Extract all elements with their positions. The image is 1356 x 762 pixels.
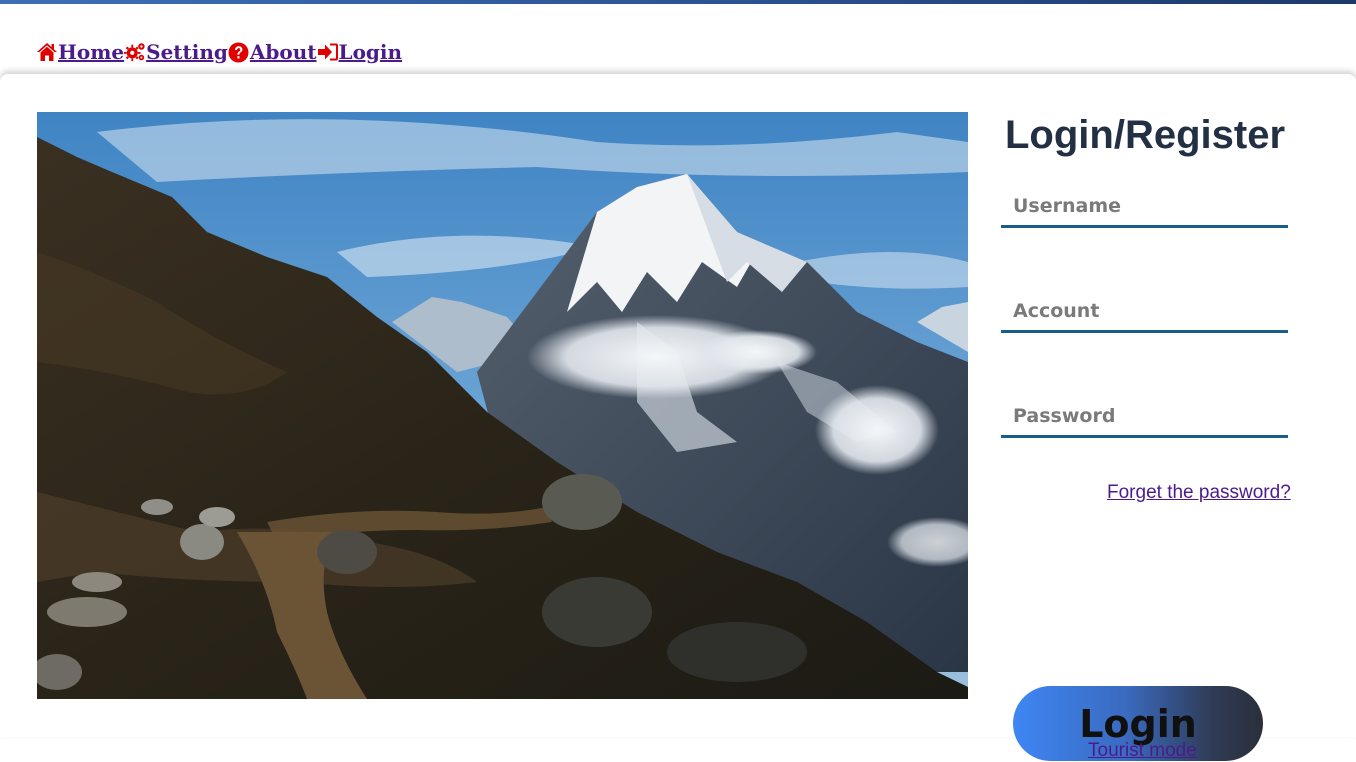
nav-label-about: About — [249, 40, 317, 64]
sign-in-icon — [317, 41, 339, 63]
username-input[interactable] — [1001, 186, 1288, 228]
home-icon — [36, 41, 58, 63]
nav-item-setting[interactable]: Setting — [124, 38, 228, 66]
nav-item-about[interactable]: About — [228, 38, 317, 66]
account-input[interactable] — [1001, 291, 1288, 333]
nav-label-setting: Setting — [146, 40, 228, 64]
top-accent-bar — [0, 0, 1356, 4]
nav-item-home[interactable]: Home — [36, 38, 124, 66]
question-circle-icon — [228, 41, 250, 63]
form-title: Login/Register — [1005, 113, 1286, 157]
tourist-mode-link[interactable]: Tourist mode — [1088, 740, 1197, 762]
gears-icon — [124, 41, 146, 63]
password-input[interactable] — [1001, 396, 1288, 438]
forgot-password-link[interactable]: Forget the password? — [1107, 482, 1291, 504]
nav-label-home: Home — [58, 40, 125, 64]
nav-label-login: Login — [338, 40, 403, 64]
nav-item-login[interactable]: Login — [317, 38, 403, 66]
mountain-photo — [37, 112, 968, 699]
main-nav: Home Setting About Login — [36, 38, 402, 66]
login-card: Login/Register Forget the password? Logi… — [0, 74, 1356, 761]
